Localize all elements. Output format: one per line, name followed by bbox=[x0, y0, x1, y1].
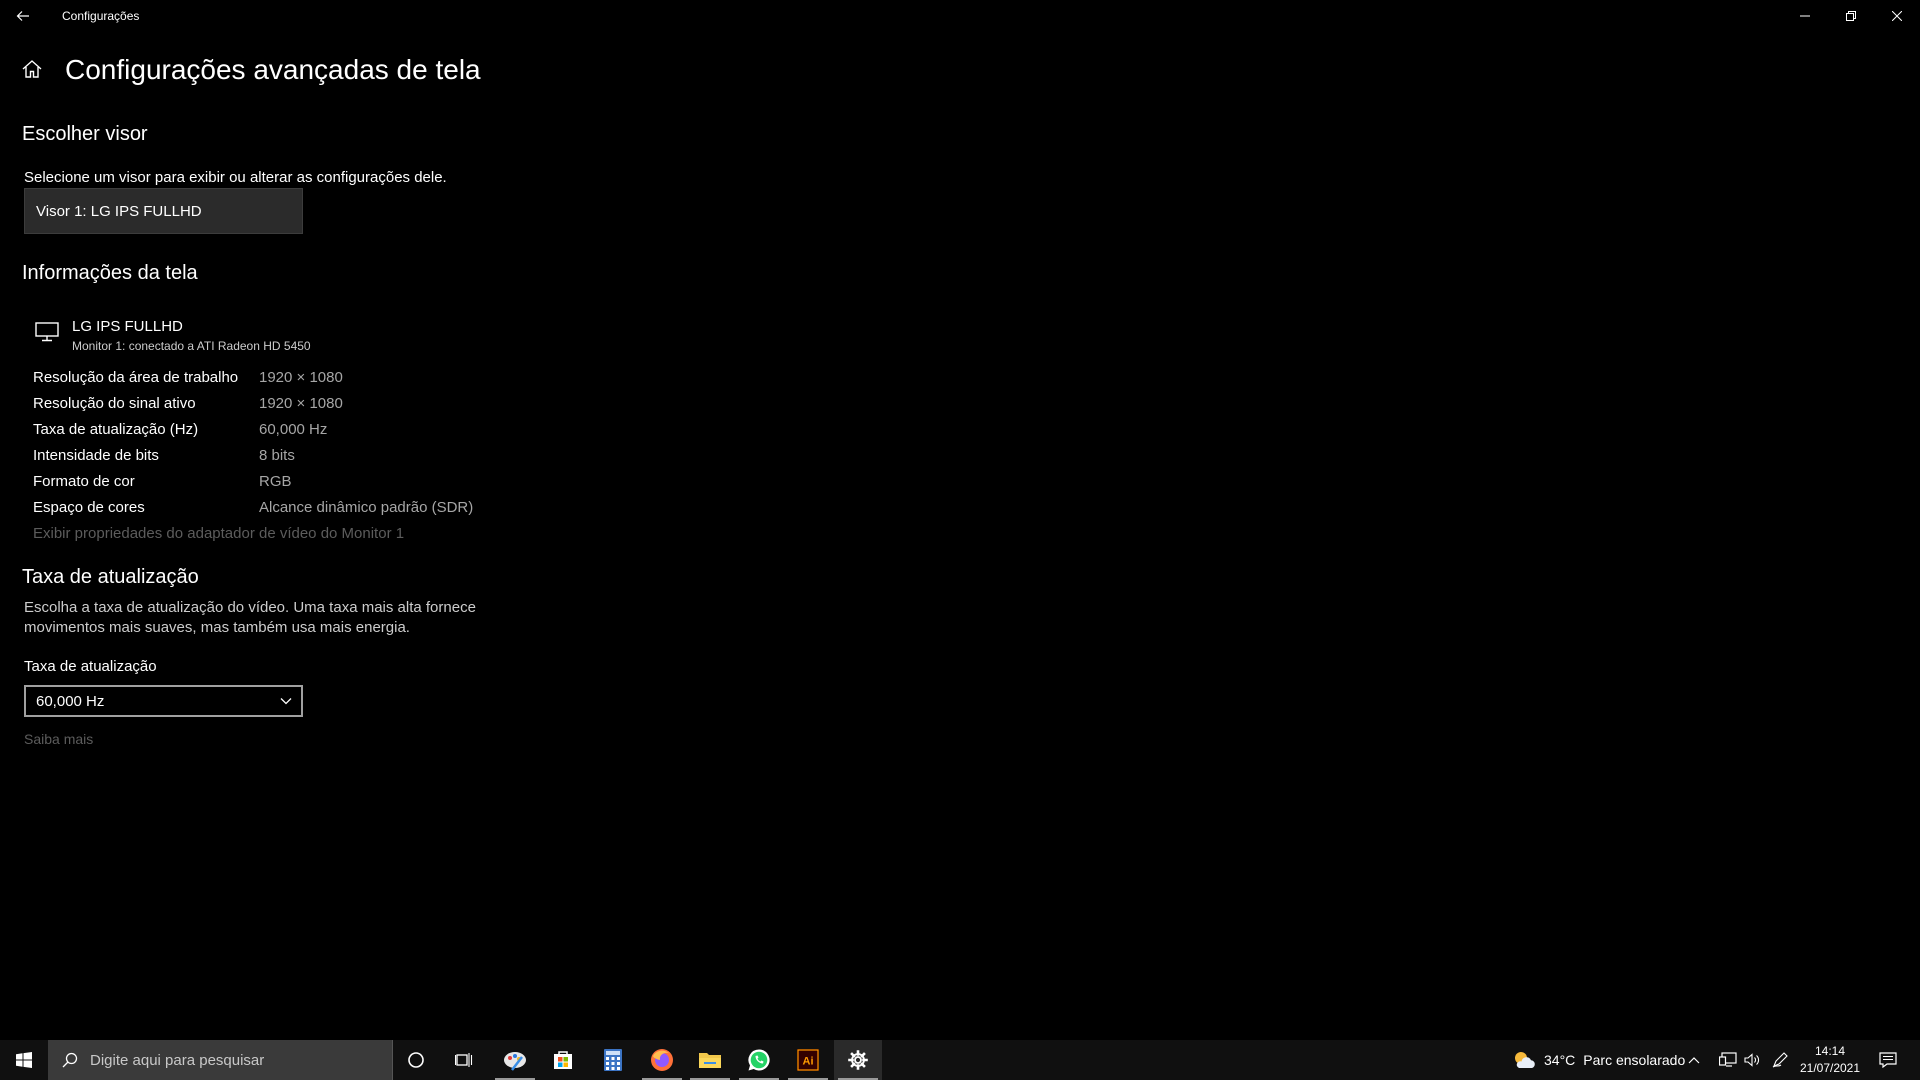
store-icon bbox=[554, 1051, 572, 1069]
settings-window: Configurações Configurações avançadas de… bbox=[0, 0, 1920, 1080]
taskbar: Digite aqui para pesquisar Ai 34°C Parc … bbox=[0, 1040, 1920, 1080]
adapter-properties-link[interactable]: Exibir propriedades do adaptador de víde… bbox=[33, 525, 404, 542]
windows-logo-icon bbox=[16, 1052, 32, 1068]
weather-temperature: 34°C bbox=[1544, 1052, 1576, 1068]
display-selector-value: Visor 1: LG IPS FULLHD bbox=[36, 202, 202, 220]
whatsapp-button[interactable] bbox=[735, 1040, 783, 1080]
weather-description: Parc ensolarado bbox=[1583, 1052, 1686, 1068]
file-explorer-icon bbox=[699, 1053, 721, 1068]
calculator-button[interactable] bbox=[589, 1040, 637, 1080]
clock-time: 14:14 bbox=[1814, 1044, 1846, 1058]
firefox-button[interactable] bbox=[638, 1040, 686, 1080]
minimize-icon bbox=[1800, 15, 1810, 17]
partly-sunny-icon bbox=[1515, 1052, 1535, 1068]
notification-center-icon bbox=[1879, 1052, 1897, 1068]
search-placeholder: Digite aqui para pesquisar bbox=[90, 1051, 265, 1069]
clock[interactable]: 14:14 21/07/2021 bbox=[1790, 1043, 1870, 1077]
window-title: Configurações bbox=[62, 9, 140, 23]
settings-taskbar-button[interactable] bbox=[834, 1040, 882, 1080]
firefox-icon bbox=[651, 1049, 673, 1071]
paint-app-button[interactable] bbox=[491, 1040, 539, 1080]
close-button[interactable] bbox=[1874, 0, 1920, 32]
back-button[interactable] bbox=[0, 0, 46, 32]
illustrator-icon: Ai bbox=[797, 1049, 819, 1071]
close-icon bbox=[1892, 11, 1902, 21]
volume-button[interactable] bbox=[1738, 1040, 1766, 1080]
restore-button[interactable] bbox=[1828, 0, 1874, 32]
paint-app-icon bbox=[504, 1052, 526, 1071]
clock-date: 21/07/2021 bbox=[1799, 1061, 1861, 1075]
whatsapp-icon bbox=[748, 1049, 770, 1071]
start-button[interactable] bbox=[0, 1040, 48, 1080]
settings-icon bbox=[848, 1050, 868, 1070]
weather-widget[interactable]: 34°C Parc ensolarado bbox=[1512, 1040, 1685, 1080]
refresh-rate-description: Escolha a taxa de atualização do vídeo. … bbox=[24, 599, 476, 636]
minimize-button[interactable] bbox=[1782, 0, 1828, 32]
file-explorer-button[interactable] bbox=[686, 1040, 734, 1080]
volume-icon bbox=[1744, 1053, 1759, 1067]
back-arrow-icon bbox=[16, 11, 29, 21]
info-label: Formato de cor bbox=[33, 473, 135, 490]
info-label: Taxa de atualização (Hz) bbox=[33, 421, 199, 438]
notifications-button[interactable] bbox=[1864, 1040, 1912, 1080]
task-view-button[interactable] bbox=[440, 1040, 488, 1080]
info-value: 8 bits bbox=[259, 447, 295, 464]
info-label: Resolução do sinal ativo bbox=[33, 395, 196, 412]
title-bar: Configurações bbox=[0, 0, 1920, 32]
info-value: Alcance dinâmico padrão (SDR) bbox=[259, 499, 474, 516]
store-button[interactable] bbox=[539, 1040, 587, 1080]
refresh-rate-dropdown-value: 60,000 Hz bbox=[36, 692, 105, 710]
choose-display-heading: Escolher visor bbox=[22, 123, 148, 145]
info-value: RGB bbox=[259, 473, 292, 490]
info-value: 1920 × 1080 bbox=[259, 395, 343, 412]
monitor-icon bbox=[35, 322, 59, 347]
show-hidden-icons-button[interactable] bbox=[1680, 1040, 1708, 1080]
home-icon[interactable] bbox=[22, 60, 42, 83]
choose-display-description: Selecione um visor para exibir ou altera… bbox=[24, 169, 447, 186]
task-view-icon bbox=[455, 1053, 473, 1067]
search-icon bbox=[62, 1052, 78, 1068]
pen-icon bbox=[1772, 1052, 1788, 1068]
info-value: 1920 × 1080 bbox=[259, 369, 343, 386]
chevron-up-icon bbox=[1688, 1057, 1700, 1064]
page-title: Configurações avançadas de tela bbox=[65, 54, 481, 85]
monitor-connection: Monitor 1: conectado a ATI Radeon HD 545… bbox=[72, 339, 311, 353]
cortana-icon bbox=[408, 1052, 424, 1068]
info-value: 60,000 Hz bbox=[259, 421, 328, 438]
cortana-button[interactable] bbox=[392, 1040, 440, 1080]
display-info-heading: Informações da tela bbox=[22, 262, 198, 284]
restore-icon bbox=[1846, 11, 1856, 21]
learn-more-link[interactable]: Saiba mais bbox=[24, 731, 93, 747]
display-selector[interactable]: Visor 1: LG IPS FULLHD bbox=[24, 188, 303, 234]
monitor-name: LG IPS FULLHD bbox=[72, 318, 183, 335]
illustrator-button[interactable]: Ai bbox=[784, 1040, 832, 1080]
refresh-rate-field-label: Taxa de atualização bbox=[24, 658, 157, 675]
refresh-rate-dropdown[interactable]: 60,000 Hz bbox=[24, 685, 303, 717]
refresh-rate-heading: Taxa de atualização bbox=[22, 566, 199, 588]
info-label: Espaço de cores bbox=[33, 499, 145, 516]
window-controls bbox=[1782, 0, 1920, 32]
info-label: Intensidade de bits bbox=[33, 447, 159, 464]
illustrator-label: Ai bbox=[803, 1056, 814, 1068]
info-label: Resolução da área de trabalho bbox=[33, 369, 239, 386]
calculator-icon bbox=[604, 1049, 622, 1071]
network-icon bbox=[1719, 1052, 1737, 1067]
taskbar-search[interactable]: Digite aqui para pesquisar bbox=[48, 1040, 393, 1080]
chevron-down-icon bbox=[280, 698, 292, 705]
